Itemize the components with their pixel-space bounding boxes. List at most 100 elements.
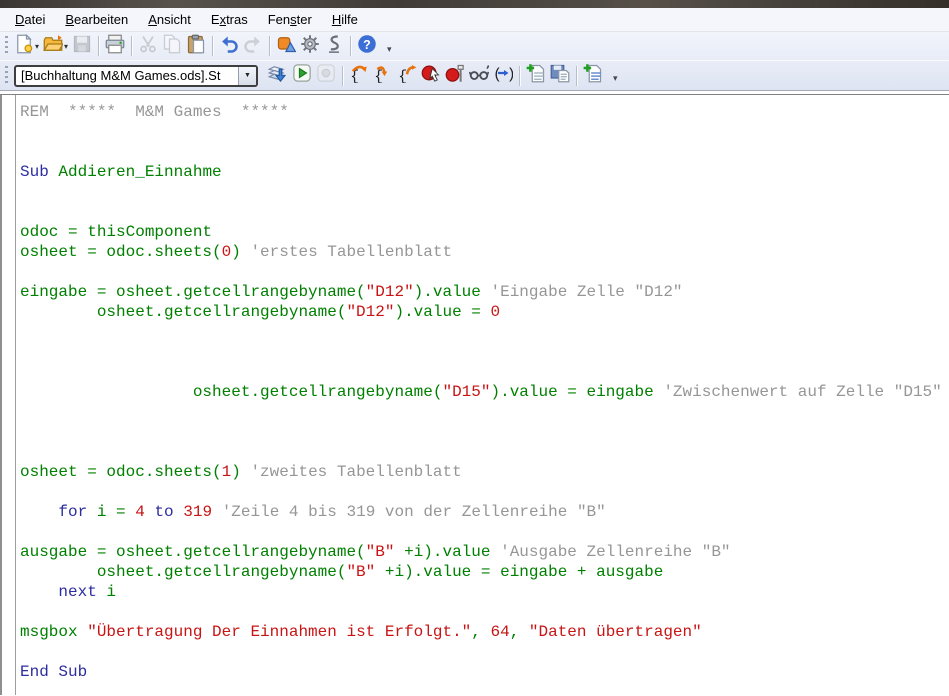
new-document-button[interactable]: [12, 34, 36, 58]
breakpoint-icon: [421, 63, 441, 88]
manage-breakpoints-icon: [445, 63, 465, 88]
toolbar-separator: [98, 36, 99, 56]
code-line: osheet.getcellrangebyname("B" +i).value …: [20, 562, 949, 582]
library-combobox[interactable]: [Buchhaltung M&M Games.ods].St ▼: [14, 65, 258, 87]
help-icon: ?: [357, 34, 377, 59]
open-dropdown-arrow[interactable]: ▾: [64, 42, 68, 51]
code-segment: [212, 503, 222, 521]
code-segment: osheet.getcellrangebyname(: [20, 303, 346, 321]
code-line: eingabe = osheet.getcellrangebyname("D12…: [20, 282, 949, 302]
step-out-icon: { }: [397, 63, 417, 88]
undo-button[interactable]: [217, 34, 241, 58]
code-line: osheet = odoc.sheets(0) 'erstes Tabellen…: [20, 242, 949, 262]
insert-module-button[interactable]: [581, 64, 605, 88]
code-segment: "B": [366, 543, 395, 561]
objects-icon: [276, 34, 296, 59]
code-line: [20, 342, 949, 362]
compile-button[interactable]: [266, 64, 290, 88]
code-segment: 0: [490, 303, 500, 321]
code-line: [20, 422, 949, 442]
code-segment: i: [97, 583, 116, 601]
toolbar-grip[interactable]: [5, 36, 8, 56]
code-segment: osheet.getcellrangebyname(: [20, 563, 346, 581]
code-segment: osheet.getcellrangebyname(: [20, 383, 442, 401]
print-button[interactable]: [103, 34, 127, 58]
step-out-button[interactable]: { }: [395, 64, 419, 88]
svg-text:(: (: [493, 67, 502, 83]
toolbar-grip[interactable]: [5, 66, 8, 86]
svg-text:): ): [507, 67, 513, 83]
step-into-button[interactable]: { }: [371, 64, 395, 88]
objects-button[interactable]: [274, 34, 298, 58]
code-editor[interactable]: REM ***** M&M Games *****Sub Addieren_Ei…: [16, 95, 949, 695]
paste-icon: [186, 34, 206, 59]
code-segment: "B": [346, 563, 375, 581]
code-line: msgbox "Übertragung Der Einnahmen ist Er…: [20, 622, 949, 642]
chevron-down-icon[interactable]: ▼: [238, 67, 256, 85]
svg-text:?: ?: [363, 38, 371, 52]
code-segment: ).value = eingabe: [490, 383, 663, 401]
save-source-button[interactable]: [548, 64, 572, 88]
code-segment: Addieren_Einnahme: [49, 163, 222, 181]
copy-icon: [162, 34, 182, 59]
code-segment: odoc = thisComponent: [20, 223, 212, 241]
menu-bearbeiten[interactable]: Bearbeiten: [55, 9, 138, 30]
settings-icon: [300, 34, 320, 59]
code-line: [20, 202, 949, 222]
run-icon: [292, 63, 312, 88]
settings-button[interactable]: [298, 34, 322, 58]
watch-button[interactable]: [467, 64, 491, 88]
macro-button[interactable]: [322, 34, 346, 58]
code-segment: ).value =: [394, 303, 490, 321]
code-segment: 'Eingabe Zelle "D12": [490, 283, 682, 301]
run-button[interactable]: [290, 64, 314, 88]
menubar: DateiBearbeitenAnsichtExtrasFensterHilfe: [0, 8, 949, 32]
menu-hilfe[interactable]: Hilfe: [322, 9, 368, 30]
insert-source-button[interactable]: [524, 64, 548, 88]
step-over-icon: { }: [349, 63, 369, 88]
breakpoint-gutter[interactable]: [2, 95, 16, 695]
code-segment: End Sub: [20, 663, 87, 681]
toolbar-overflow-button[interactable]: ▾: [384, 38, 395, 55]
paste-button[interactable]: [184, 34, 208, 58]
watch-icon: [469, 63, 489, 88]
titlebar-edge: [0, 0, 949, 8]
code-line: [20, 322, 949, 342]
code-segment: ): [231, 243, 250, 261]
code-segment: 'Ausgabe Zellenreihe "B": [500, 543, 730, 561]
code-segment: "Daten übertragen": [529, 623, 702, 641]
code-line: odoc = thisComponent: [20, 222, 949, 242]
code-segment: [20, 583, 58, 601]
find-parentheses-button[interactable]: (): [491, 64, 515, 88]
code-line: osheet.getcellrangebyname("D15").value =…: [20, 382, 949, 402]
code-segment: "Übertragung Der Einnahmen ist Erfolgt.": [87, 623, 471, 641]
code-line: next i: [20, 582, 949, 602]
standard-toolbar: ▾ ▾? ▾: [0, 32, 949, 60]
code-segment: 1: [222, 463, 232, 481]
toolbar-separator: [576, 66, 577, 86]
copy-button: [160, 34, 184, 58]
toolbar-separator: [212, 36, 213, 56]
macro-icon: [324, 34, 344, 59]
help-button[interactable]: ?: [355, 34, 379, 58]
redo-icon: [243, 34, 263, 59]
step-over-button[interactable]: { }: [347, 64, 371, 88]
code-segment: 'Zeile 4 bis 319 von der Zellenreihe "B": [222, 503, 606, 521]
menu-ansicht[interactable]: Ansicht: [138, 9, 201, 30]
menu-datei[interactable]: Datei: [5, 9, 55, 30]
basic-ide-editor[interactable]: REM ***** M&M Games *****Sub Addieren_Ei…: [0, 95, 949, 695]
toolbar-overflow-button[interactable]: ▾: [610, 67, 621, 84]
code-segment: [20, 503, 58, 521]
menu-fenster[interactable]: Fenster: [258, 9, 322, 30]
code-segment: 64: [490, 623, 509, 641]
open-button[interactable]: [41, 34, 65, 58]
code-segment: ).value: [414, 283, 491, 301]
undo-icon: [219, 34, 239, 59]
manage-breakpoints-button[interactable]: [443, 64, 467, 88]
code-segment: REM ***** M&M Games *****: [20, 103, 289, 121]
save-source-icon: [550, 63, 570, 88]
menu-extras[interactable]: Extras: [201, 9, 258, 30]
breakpoint-button[interactable]: [419, 64, 443, 88]
save-button: [70, 34, 94, 58]
new-document-dropdown-arrow[interactable]: ▾: [35, 42, 39, 51]
